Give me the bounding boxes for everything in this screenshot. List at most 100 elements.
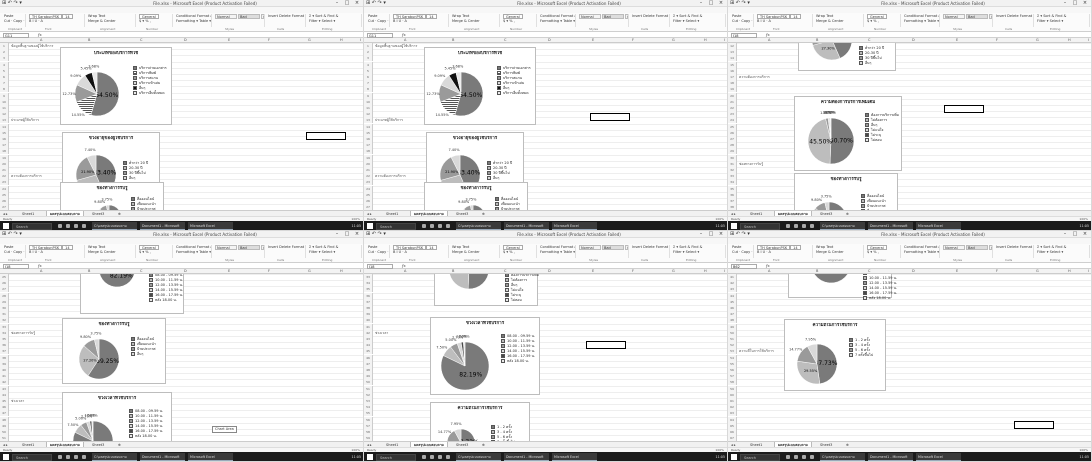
cells-buttons[interactable]: Insert Delete Format: [268, 14, 305, 19]
row-header[interactable]: 50: [728, 329, 737, 336]
row-header[interactable]: 53: [728, 348, 737, 355]
font-format-row[interactable]: B I U · A: [29, 250, 84, 255]
row-header[interactable]: 58: [364, 429, 373, 435]
row-header[interactable]: 20: [0, 160, 9, 167]
font-size-field[interactable]: 14: [790, 14, 801, 19]
taskbar-app-button[interactable]: Microsoft Excel: [916, 453, 961, 461]
style-good[interactable]: Good: [625, 245, 628, 250]
style-bad[interactable]: Bad: [238, 14, 260, 19]
pie-chart-types-of-service[interactable]: ประเภทของบริการที่ใช้ 54.50% 14.55% 12.73% 9…: [424, 47, 536, 125]
start-button[interactable]: [731, 223, 737, 229]
row-header[interactable]: 10: [364, 98, 373, 105]
format-table-button[interactable]: Formatting ▾ Table ▾: [904, 19, 939, 24]
row-header[interactable]: 24: [364, 185, 373, 192]
row-header[interactable]: 26: [364, 198, 373, 204]
row-header[interactable]: 41: [728, 274, 737, 280]
row-header[interactable]: 55: [728, 360, 737, 367]
row-header[interactable]: 1: [0, 43, 9, 49]
row-header[interactable]: 14: [728, 55, 737, 62]
quick-access-toolbar[interactable]: ⊞ ↶ ↷ ▾: [730, 0, 750, 7]
row-header[interactable]: 30: [0, 305, 9, 311]
taskbar-app-icon[interactable]: [794, 224, 798, 228]
pie-chart-time[interactable]: ช่วงเวลาที่ใช้บริการ82.19%7.50%5.00%2.73…: [80, 274, 184, 314]
row-header[interactable]: 26: [0, 280, 9, 287]
row-header[interactable]: 37: [0, 348, 9, 355]
font-size-field[interactable]: 14: [62, 245, 73, 250]
pie-chart-time[interactable]: ช่วงเวลาที่ใช้บริการ82.19%7.50%5.00%2.73…: [788, 274, 897, 300]
quick-access-toolbar[interactable]: ⊞ ↶ ↷ ▾: [2, 0, 22, 7]
row-header[interactable]: 44: [0, 391, 9, 398]
style-normal[interactable]: Normal: [579, 14, 601, 19]
row-header[interactable]: 13: [364, 117, 373, 124]
pie-chart-frequency[interactable]: ความถี่ในการใช้บริการ47.73%29.55%14.77%7…: [430, 402, 530, 441]
taskbar-search[interactable]: Search: [740, 453, 780, 461]
cell-text[interactable]: ความถี่ในการใช้บริการ: [739, 348, 774, 354]
row-header[interactable]: 16: [728, 67, 737, 74]
start-button[interactable]: [367, 223, 373, 229]
sort-find-button[interactable]: Filter ▾ Select ▾: [1037, 250, 1089, 255]
sort-find-button[interactable]: Filter ▾ Select ▾: [309, 250, 361, 255]
taskbar-app-icon[interactable]: [422, 455, 426, 459]
row-header[interactable]: 33: [0, 323, 9, 330]
style-bad[interactable]: Bad: [966, 245, 988, 250]
style-good[interactable]: Good: [989, 245, 992, 250]
worksheet-grid[interactable]: 33 34 35 36 37 38 39 40 41 42 43 44 45 46 47 48 49 50 51 52…: [364, 274, 727, 441]
cells-buttons[interactable]: Insert Delete Format: [996, 14, 1033, 19]
clipboard-sub[interactable]: Cut · Copy · Format Painter: [732, 19, 753, 24]
style-normal[interactable]: Normal: [943, 14, 965, 19]
row-header[interactable]: 55: [364, 410, 373, 417]
row-header[interactable]: 23: [0, 179, 9, 186]
row-header[interactable]: 54: [728, 354, 737, 361]
pie-chart-need[interactable]: ความต้องการบริการเพิ่มเติม50.70%45.50%1.…: [434, 274, 539, 306]
format-table-button[interactable]: Formatting ▾ Table ▾: [540, 250, 575, 255]
row-header[interactable]: 46: [728, 305, 737, 311]
cell-text[interactable]: ช่องทางการรับรู้: [739, 161, 763, 167]
format-table-button[interactable]: Formatting ▾ Table ▾: [176, 19, 211, 24]
row-header[interactable]: 24: [0, 185, 9, 192]
taskbar-app-button[interactable]: C:\ผลสรุปแบบสอบถาม: [456, 453, 501, 461]
row-header[interactable]: 39: [0, 360, 9, 367]
row-header[interactable]: 33: [364, 274, 373, 280]
row-header[interactable]: 29: [0, 298, 9, 305]
row-header[interactable]: 42: [364, 329, 373, 336]
row-header[interactable]: 13: [0, 117, 9, 124]
worksheet-grid[interactable]: 1 2 3 4 5 6 7 8 9 10 11 12 13 14 15 16 17 18 19 20 21 22 23 24 2…: [364, 43, 727, 210]
row-header[interactable]: 16: [364, 136, 373, 142]
pie-chart-need[interactable]: ความต้องการบริการเพิ่มเติม50.70%45.50%1.…: [794, 96, 902, 171]
row-header[interactable]: 43: [728, 286, 737, 293]
row-header[interactable]: 40: [0, 367, 9, 373]
row-header[interactable]: 14: [0, 123, 9, 130]
taskbar-app-icon[interactable]: [446, 455, 450, 459]
start-button[interactable]: [731, 454, 737, 460]
row-header[interactable]: 19: [364, 154, 373, 161]
row-header[interactable]: 17: [0, 142, 9, 149]
row-header[interactable]: 3: [0, 55, 9, 62]
minimize-button[interactable]: –: [1060, 0, 1070, 7]
row-header[interactable]: 25: [0, 191, 9, 198]
name-box[interactable]: I18: [731, 32, 757, 38]
row-header[interactable]: 7: [364, 80, 373, 87]
row-header[interactable]: 47: [364, 360, 373, 367]
row-header[interactable]: 29: [728, 148, 737, 155]
taskbar-search[interactable]: Search: [376, 453, 416, 461]
taskbar-app-icon[interactable]: [430, 224, 434, 228]
taskbar-app-button[interactable]: Document1 - Microsoft: [504, 453, 549, 461]
start-button[interactable]: [3, 223, 9, 229]
row-header[interactable]: 36: [0, 342, 9, 349]
row-header[interactable]: 35: [728, 185, 737, 192]
style-bad[interactable]: Bad: [238, 245, 260, 250]
style-bad[interactable]: Bad: [602, 14, 624, 19]
font-format-row[interactable]: B I U · A: [29, 19, 84, 24]
row-header[interactable]: 56: [364, 416, 373, 423]
row-header[interactable]: 38: [0, 354, 9, 361]
name-box[interactable]: G11: [367, 32, 393, 38]
merge-center-button[interactable]: Merge & Center: [816, 19, 863, 24]
selected-cell[interactable]: [1014, 421, 1054, 429]
row-header[interactable]: 37: [728, 198, 737, 204]
row-header[interactable]: 21: [364, 167, 373, 173]
row-header[interactable]: 25: [728, 123, 737, 130]
row-header[interactable]: 9: [0, 92, 9, 99]
font-format-row[interactable]: B I U · A: [757, 19, 812, 24]
maximize-button[interactable]: □: [1070, 0, 1080, 7]
row-header[interactable]: 20: [364, 160, 373, 167]
